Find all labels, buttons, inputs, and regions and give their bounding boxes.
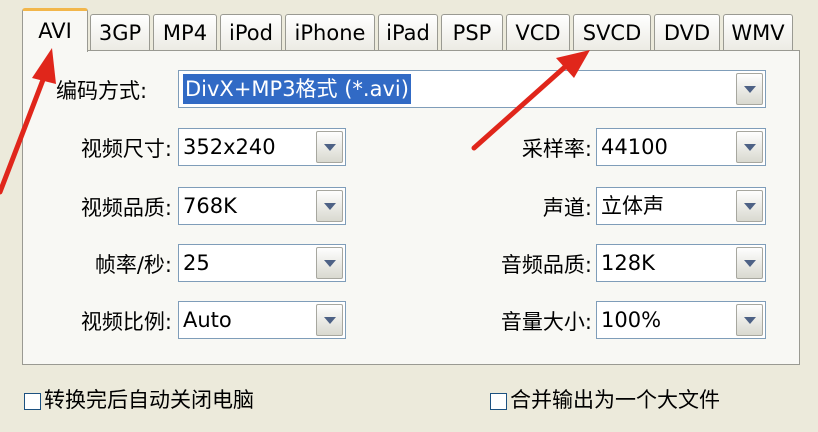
aspect-ratio-label: 视频比例: bbox=[80, 310, 172, 334]
auto-shutdown-checkbox[interactable]: 转换完后自动关闭电脑 bbox=[24, 385, 254, 415]
dropdown-arrow-icon[interactable] bbox=[316, 131, 343, 163]
dropdown-arrow-icon[interactable] bbox=[736, 247, 763, 279]
tab-psp[interactable]: PSP bbox=[441, 14, 503, 50]
video-quality-select[interactable]: 768K bbox=[178, 187, 346, 225]
video-size-label: 视频尺寸: bbox=[80, 137, 172, 161]
merge-output-label: 合并输出为一个大文件 bbox=[510, 388, 720, 412]
aspect-ratio-value: Auto bbox=[183, 308, 232, 332]
video-size-value: 352x240 bbox=[183, 135, 276, 159]
frame-rate-select[interactable]: 25 bbox=[178, 244, 346, 282]
channel-label: 声道: bbox=[542, 196, 592, 220]
dropdown-arrow-icon[interactable] bbox=[736, 304, 763, 336]
volume-select[interactable]: 100% bbox=[596, 301, 766, 339]
video-size-select[interactable]: 352x240 bbox=[178, 128, 346, 166]
tab-avi[interactable]: AVI bbox=[22, 8, 88, 52]
merge-output-checkbox[interactable]: 合并输出为一个大文件 bbox=[490, 385, 720, 415]
encoding-label: 编码方式: bbox=[56, 79, 148, 103]
tab-dvd[interactable]: DVD bbox=[654, 14, 720, 50]
encoding-value: DivX+MP3格式 (*.avi) bbox=[183, 74, 411, 104]
audio-quality-value: 128K bbox=[601, 251, 655, 275]
checkbox-icon[interactable] bbox=[490, 393, 507, 410]
tab-wmv[interactable]: WMV bbox=[723, 14, 793, 50]
dropdown-arrow-icon[interactable] bbox=[736, 73, 763, 105]
dropdown-arrow-icon[interactable] bbox=[316, 304, 343, 336]
channel-value: 立体声 bbox=[601, 194, 664, 218]
audio-quality-select[interactable]: 128K bbox=[596, 244, 766, 282]
tab-mp4[interactable]: MP4 bbox=[153, 14, 217, 50]
channel-select[interactable]: 立体声 bbox=[596, 187, 766, 225]
frame-rate-value: 25 bbox=[183, 251, 210, 275]
dropdown-arrow-icon[interactable] bbox=[316, 190, 343, 222]
tab-iphone[interactable]: iPhone bbox=[285, 14, 375, 50]
video-quality-value: 768K bbox=[183, 194, 237, 218]
aspect-ratio-select[interactable]: Auto bbox=[178, 301, 346, 339]
audio-quality-label: 音频品质: bbox=[500, 253, 592, 277]
frame-rate-label: 帧率/秒: bbox=[94, 253, 172, 277]
checkbox-icon[interactable] bbox=[24, 393, 41, 410]
tab-vcd[interactable]: VCD bbox=[506, 14, 570, 50]
sample-rate-value: 44100 bbox=[601, 135, 668, 159]
tab-svcd[interactable]: SVCD bbox=[573, 14, 651, 50]
sample-rate-label: 采样率: bbox=[521, 137, 592, 161]
video-quality-label: 视频品质: bbox=[80, 196, 172, 220]
dropdown-arrow-icon[interactable] bbox=[316, 247, 343, 279]
tab-ipod[interactable]: iPod bbox=[220, 14, 282, 50]
sample-rate-select[interactable]: 44100 bbox=[596, 128, 766, 166]
dropdown-arrow-icon[interactable] bbox=[736, 190, 763, 222]
dropdown-arrow-icon[interactable] bbox=[736, 131, 763, 163]
tab-3gp[interactable]: 3GP bbox=[90, 14, 150, 50]
encoding-select[interactable]: DivX+MP3格式 (*.avi) bbox=[178, 70, 766, 108]
tab-ipad[interactable]: iPad bbox=[378, 14, 438, 50]
volume-label: 音量大小: bbox=[500, 310, 592, 334]
auto-shutdown-label: 转换完后自动关闭电脑 bbox=[44, 388, 254, 412]
volume-value: 100% bbox=[601, 308, 662, 332]
